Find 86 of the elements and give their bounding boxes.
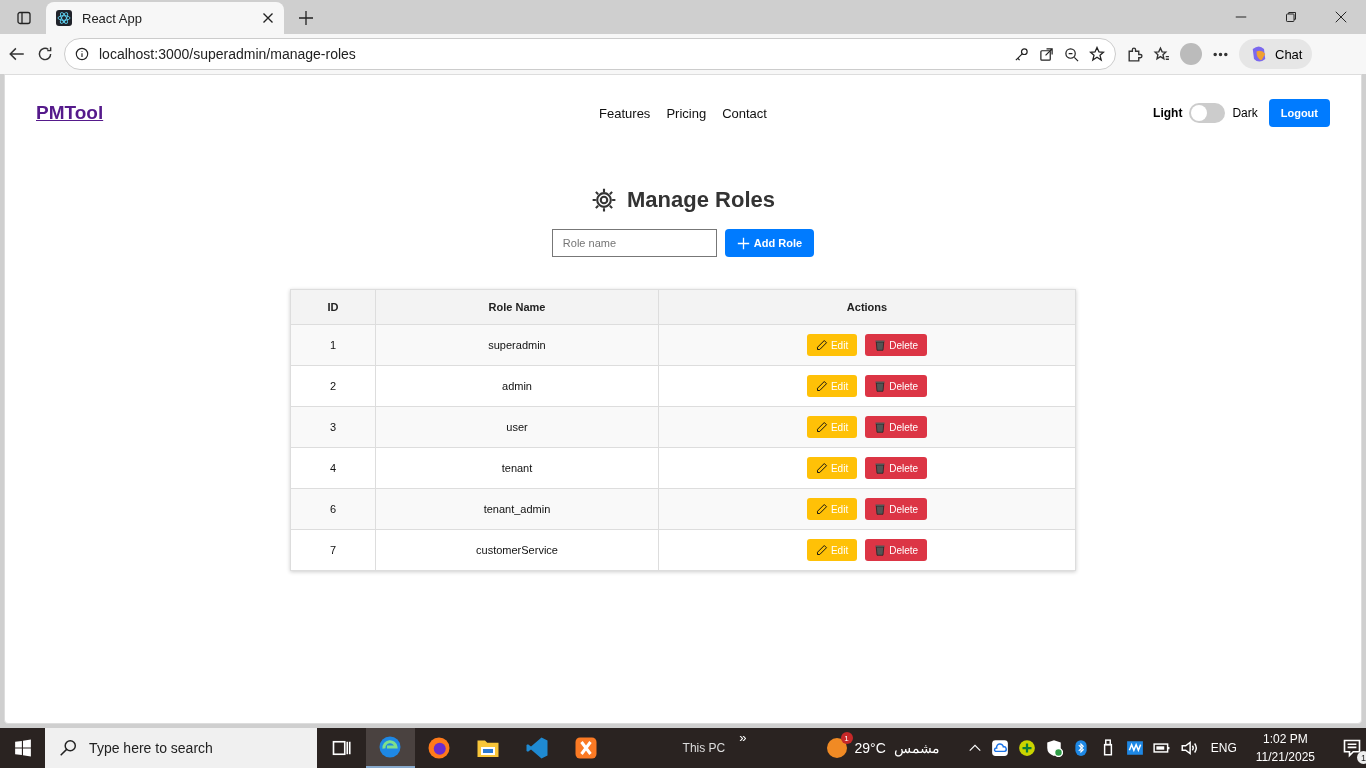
external-link-icon[interactable] bbox=[1039, 46, 1054, 62]
page-title: Manage Roles bbox=[627, 187, 775, 213]
clock[interactable]: 1:02 PM 11/21/2025 bbox=[1255, 730, 1315, 766]
refresh-icon[interactable] bbox=[36, 45, 54, 63]
browser-icon[interactable] bbox=[378, 735, 403, 759]
delete-button[interactable]: Delete bbox=[865, 498, 928, 520]
key-icon[interactable] bbox=[1014, 46, 1029, 62]
trash-icon bbox=[874, 380, 887, 392]
table-cell: superadmin bbox=[375, 324, 659, 366]
table-cell: 7 bbox=[290, 529, 376, 571]
table-cell: customerService bbox=[375, 529, 659, 571]
weather-badge: 1 bbox=[840, 732, 853, 744]
overflow-chevron[interactable]: » bbox=[739, 730, 747, 745]
plus-icon[interactable] bbox=[298, 10, 314, 26]
chat-button[interactable]: Chat bbox=[1239, 39, 1313, 69]
trash-icon bbox=[874, 462, 887, 474]
shield-icon[interactable] bbox=[1044, 739, 1063, 757]
logout-button[interactable]: Logout bbox=[1268, 99, 1330, 127]
language-indicator[interactable]: ENG bbox=[1210, 741, 1237, 755]
back-icon[interactable] bbox=[8, 45, 26, 63]
browser-tab[interactable]: React App bbox=[46, 2, 284, 34]
pencil-icon bbox=[815, 503, 828, 515]
add-role-button[interactable]: Add Role bbox=[724, 229, 815, 257]
task-view-icon[interactable] bbox=[331, 738, 352, 758]
info-icon bbox=[75, 47, 89, 61]
table-cell: admin bbox=[375, 365, 659, 407]
column-header: Role Name bbox=[375, 289, 659, 325]
pencil-icon bbox=[815, 421, 828, 433]
trash-icon bbox=[874, 503, 887, 515]
column-header: Actions bbox=[658, 289, 1076, 325]
delete-button[interactable]: Delete bbox=[865, 457, 928, 479]
address-bar[interactable]: localhost:3000/superadmin/manage-roles bbox=[64, 38, 1116, 70]
pencil-icon bbox=[815, 544, 828, 556]
pencil-icon bbox=[815, 462, 828, 474]
temperature[interactable]: 29°C bbox=[854, 740, 886, 756]
table-cell: user bbox=[375, 406, 659, 448]
delete-button[interactable]: Delete bbox=[865, 416, 928, 438]
plus-circle-icon[interactable] bbox=[1017, 739, 1036, 757]
notification-count: 1 bbox=[1357, 751, 1366, 764]
delete-button[interactable]: Delete bbox=[865, 375, 928, 397]
trash-icon bbox=[874, 339, 887, 351]
weather-condition[interactable]: مشمس bbox=[893, 740, 940, 756]
nav-link[interactable]: Features bbox=[599, 105, 651, 121]
delete-button[interactable]: Delete bbox=[865, 539, 928, 561]
star-icon[interactable] bbox=[1089, 46, 1105, 62]
table-cell: 2 bbox=[290, 365, 376, 407]
favorites-icon[interactable] bbox=[1153, 45, 1170, 63]
sidebar-icon[interactable] bbox=[16, 10, 32, 26]
table-cell: 3 bbox=[290, 406, 376, 448]
close-icon[interactable] bbox=[1335, 11, 1347, 23]
trash-icon bbox=[874, 544, 887, 556]
atom-icon bbox=[56, 10, 72, 26]
notification-icon[interactable] bbox=[1342, 738, 1362, 758]
table-cell: 1 bbox=[290, 324, 376, 366]
tab-title: React App bbox=[82, 10, 143, 26]
zoom-out-icon[interactable] bbox=[1064, 46, 1079, 62]
pencil-icon bbox=[815, 380, 828, 392]
theme-toggle[interactable] bbox=[1189, 103, 1226, 123]
search-icon bbox=[59, 739, 78, 757]
volume-icon[interactable] bbox=[1179, 739, 1198, 757]
column-header: ID bbox=[290, 289, 376, 325]
nav-link[interactable]: Pricing bbox=[666, 105, 707, 121]
toolbar-label[interactable]: This PC bbox=[682, 741, 726, 755]
table-cell: 6 bbox=[290, 488, 376, 530]
close-icon[interactable] bbox=[262, 12, 274, 24]
role-name-field[interactable]: Role name bbox=[551, 229, 717, 257]
puzzle-icon[interactable] bbox=[1126, 45, 1143, 63]
taskbar-search-field[interactable]: Type here to search bbox=[45, 728, 317, 768]
trash-icon bbox=[874, 421, 887, 433]
plus-icon bbox=[736, 236, 750, 250]
logo-link[interactable]: PMTool bbox=[36, 102, 276, 124]
pencil-icon bbox=[815, 339, 828, 351]
restore-icon[interactable] bbox=[1285, 11, 1297, 23]
light-label: Light bbox=[1153, 106, 1183, 120]
gear-icon bbox=[591, 187, 618, 213]
audio-meter-icon[interactable] bbox=[1125, 739, 1144, 757]
cloud-icon[interactable] bbox=[990, 739, 1009, 757]
windows-icon[interactable] bbox=[13, 739, 32, 757]
dark-label: Dark bbox=[1232, 106, 1258, 120]
delete-button[interactable]: Delete bbox=[865, 334, 928, 356]
server-app-icon[interactable] bbox=[574, 736, 599, 760]
nav-link[interactable]: Contact bbox=[722, 105, 767, 121]
weather-icon[interactable] bbox=[826, 738, 847, 758]
table-cell: tenant bbox=[375, 447, 659, 489]
table-cell: tenant_admin bbox=[375, 488, 659, 530]
table-cell: 4 bbox=[290, 447, 376, 489]
